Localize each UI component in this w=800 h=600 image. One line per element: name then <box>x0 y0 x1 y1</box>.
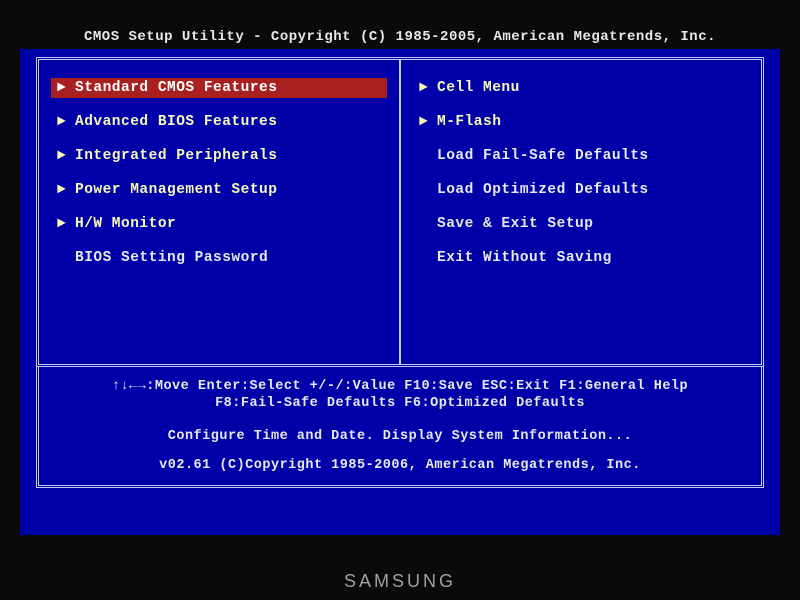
menu-item-exit-without-saving[interactable]: Exit Without Saving <box>413 248 749 268</box>
bios-header: CMOS Setup Utility - Copyright (C) 1985-… <box>20 25 780 49</box>
menu-item-load-fail-safe-defaults[interactable]: Load Fail-Safe Defaults <box>413 146 749 166</box>
arrow-right-icon: ► <box>57 148 75 164</box>
menu-item-label: Exit Without Saving <box>437 250 612 266</box>
menu-item-advanced-bios-features[interactable]: ►Advanced BIOS Features <box>51 112 387 132</box>
help-keys-line1: ↑↓←→:Move Enter:Select +/-/:Value F10:Sa… <box>57 379 743 394</box>
menu-item-label: Load Fail-Safe Defaults <box>437 148 649 164</box>
menu-item-power-management-setup[interactable]: ►Power Management Setup <box>51 180 387 200</box>
menu-item-load-optimized-defaults[interactable]: Load Optimized Defaults <box>413 180 749 200</box>
item-description: Configure Time and Date. Display System … <box>57 429 743 444</box>
bios-version-copyright: v02.61 (C)Copyright 1985-2006, American … <box>57 458 743 473</box>
menu-item-integrated-peripherals[interactable]: ►Integrated Peripherals <box>51 146 387 166</box>
menu-item-label: H/W Monitor <box>75 216 176 232</box>
arrow-right-icon: ► <box>419 80 437 96</box>
menu-item-label: Load Optimized Defaults <box>437 182 649 198</box>
help-box: ↑↓←→:Move Enter:Select +/-/:Value F10:Sa… <box>36 367 764 488</box>
arrow-right-icon: ► <box>419 114 437 130</box>
menu-item-m-flash[interactable]: ►M-Flash <box>413 112 749 132</box>
menu-item-standard-cmos-features[interactable]: ►Standard CMOS Features <box>51 78 387 98</box>
bios-title: CMOS Setup Utility - Copyright (C) 1985-… <box>84 29 716 45</box>
menu-item-h-w-monitor[interactable]: ►H/W Monitor <box>51 214 387 234</box>
menu-item-cell-menu[interactable]: ►Cell Menu <box>413 78 749 98</box>
bios-screen: CMOS Setup Utility - Copyright (C) 1985-… <box>20 25 780 535</box>
menu-item-save-exit-setup[interactable]: Save & Exit Setup <box>413 214 749 234</box>
menu-column-right: ►Cell Menu►M-FlashLoad Fail-Safe Default… <box>401 60 761 364</box>
menu-item-label: BIOS Setting Password <box>75 250 268 266</box>
monitor-brand-label: SAMSUNG <box>344 571 456 592</box>
menu-item-label: Cell Menu <box>437 80 520 96</box>
menu-item-label: Save & Exit Setup <box>437 216 593 232</box>
main-menu-box: ►Standard CMOS Features►Advanced BIOS Fe… <box>36 57 764 367</box>
arrow-right-icon: ► <box>57 114 75 130</box>
menu-item-label: Power Management Setup <box>75 182 277 198</box>
arrow-right-icon: ► <box>57 80 75 96</box>
help-keys-line2: F8:Fail-Safe Defaults F6:Optimized Defau… <box>57 396 743 411</box>
menu-item-label: Advanced BIOS Features <box>75 114 277 130</box>
menu-item-label: Integrated Peripherals <box>75 148 277 164</box>
menu-item-bios-setting-password[interactable]: BIOS Setting Password <box>51 248 387 268</box>
arrow-right-icon: ► <box>57 216 75 232</box>
arrow-right-icon: ► <box>57 182 75 198</box>
menu-item-label: Standard CMOS Features <box>75 80 277 96</box>
menu-item-label: M-Flash <box>437 114 501 130</box>
menu-column-left: ►Standard CMOS Features►Advanced BIOS Fe… <box>39 60 401 364</box>
